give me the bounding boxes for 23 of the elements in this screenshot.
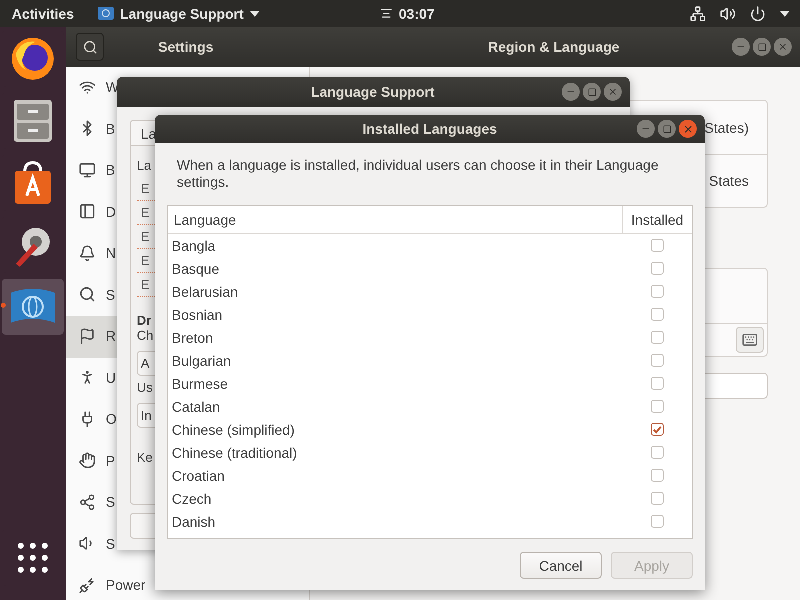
description-text: Ch (137, 328, 154, 343)
section-heading: Dr (137, 313, 152, 328)
window-title: Settings (158, 39, 214, 55)
dialog-title: Installed Languages (362, 121, 498, 137)
table-cell-text: Bulgarian (171, 352, 232, 368)
label-text: Ke (137, 450, 153, 465)
description-text: When a language is installed, individual users can choose it in their Language settings. (177, 157, 660, 191)
table-cell-text: Basque (171, 260, 220, 276)
table-cell-text: Breton (171, 330, 214, 346)
table-cell-text: Catalan (171, 398, 222, 414)
table-cell-text: Bosnian (171, 306, 224, 322)
section-heading: La (137, 158, 152, 173)
table-cell-text: Danish (171, 514, 217, 530)
table-cell-text: Bangla (171, 238, 217, 254)
panel-title: Region & Language (488, 39, 620, 55)
table-cell-text: Belarusian (171, 284, 240, 300)
table-cell-text: Chinese (traditional) (171, 444, 298, 460)
table-cell-text: Czech (171, 490, 213, 506)
table-cell-text: Croatian (171, 468, 226, 484)
label-text: Us (137, 380, 153, 395)
table-cell-text: Chinese (simplified) (171, 422, 296, 438)
table-cell-text: Burmese (171, 376, 230, 392)
window-title: Language Support (311, 84, 435, 100)
